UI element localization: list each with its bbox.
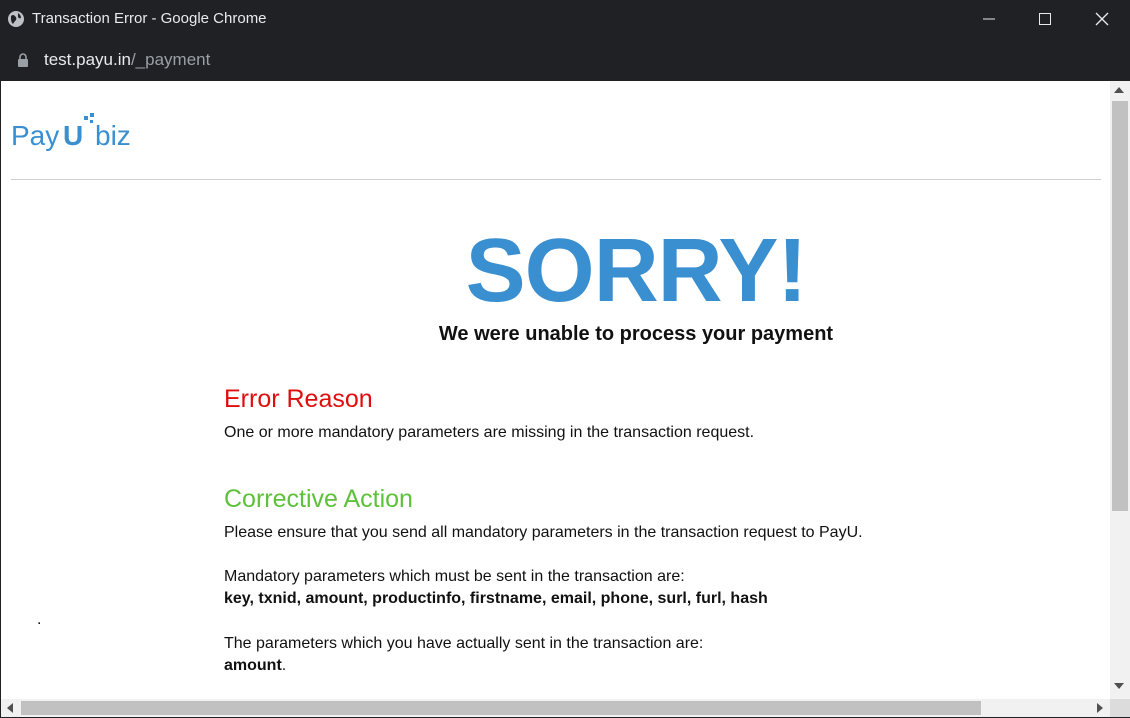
logo-text-u: U <box>63 120 83 151</box>
corrective-action-text: Please ensure that you send all mandator… <box>224 524 863 541</box>
unable-message: We were unable to process your payment <box>438 323 834 345</box>
sorry-headline: SORRY! <box>465 221 808 321</box>
vertical-scrollbar[interactable] <box>1110 81 1130 699</box>
logo-dot-2 <box>90 113 94 117</box>
stray-dot: . <box>37 611 42 628</box>
scroll-down-arrow-icon[interactable] <box>1114 683 1124 689</box>
logo-dot-1 <box>84 116 88 120</box>
header-divider <box>11 179 1101 180</box>
logo-text-biz: biz <box>95 120 131 151</box>
title-bar: Transaction Error - Google Chrome <box>0 0 1130 38</box>
url-text[interactable]: test.payu.in/_payment <box>44 50 210 70</box>
minimize-button[interactable] <box>960 0 1018 38</box>
logo-text-pay: Pay <box>11 120 59 151</box>
horizontal-scroll-thumb[interactable] <box>21 701 981 715</box>
close-icon <box>1095 12 1109 26</box>
sent-params-line: amount. <box>224 657 286 675</box>
maximize-icon <box>1039 13 1051 25</box>
scroll-left-arrow-icon[interactable] <box>7 703 13 713</box>
error-reason-title: Error Reason <box>224 385 373 413</box>
sent-params-suffix: . <box>281 657 287 674</box>
logo-dot-3 <box>90 120 93 123</box>
payu-biz-logo: Pay U biz <box>11 113 131 151</box>
url-host: test.payu.in <box>44 50 131 69</box>
page-content: Pay U biz SORRY! We were unable to proce… <box>1 81 1110 699</box>
scrollbar-corner <box>1110 699 1130 717</box>
sent-params-intro: The parameters which you have actually s… <box>224 635 704 652</box>
mandatory-params-list: key, txnid, amount, productinfo, firstna… <box>224 590 768 607</box>
mandatory-params-intro: Mandatory parameters which must be sent … <box>224 568 685 585</box>
lock-icon <box>18 53 28 67</box>
sent-params-list: amount <box>224 657 282 674</box>
window-title: Transaction Error - Google Chrome <box>32 10 267 27</box>
scroll-up-arrow-icon[interactable] <box>1114 87 1124 93</box>
vertical-scroll-thumb[interactable] <box>1112 101 1128 511</box>
maximize-button[interactable] <box>1016 0 1074 38</box>
close-button[interactable] <box>1073 0 1130 38</box>
horizontal-scrollbar[interactable] <box>1 699 1110 717</box>
scroll-right-arrow-icon[interactable] <box>1097 703 1103 713</box>
address-bar[interactable]: test.payu.in/_payment <box>0 38 1130 81</box>
url-path: /_payment <box>130 50 211 69</box>
corrective-action-title: Corrective Action <box>224 485 413 513</box>
error-reason-text: One or more mandatory parameters are mis… <box>224 424 755 441</box>
globe-icon <box>8 11 24 27</box>
minimize-icon <box>983 18 995 20</box>
